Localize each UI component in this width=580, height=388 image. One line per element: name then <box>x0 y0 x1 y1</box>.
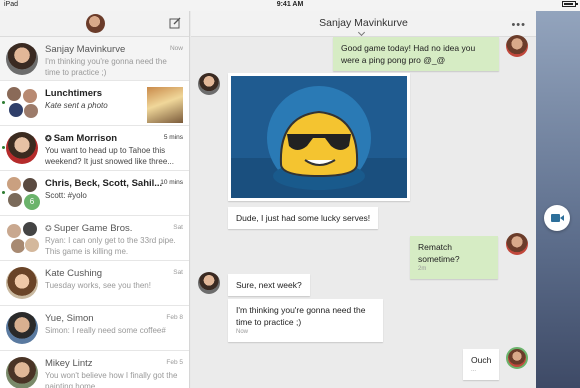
conversation-snippet: Simon: I really need some coffee# <box>45 326 166 335</box>
conversation-item[interactable]: Kate Cushing Sat Tuesday works, see you … <box>0 261 189 306</box>
photo-thumbnail[interactable] <box>147 87 183 123</box>
unread-indicator <box>2 146 5 149</box>
background-strip <box>536 11 580 388</box>
conversation-item[interactable]: ✪ Super Game Bros. Sat Ryan: I can only g… <box>0 216 189 261</box>
conversation-name: Mikey Lintz <box>45 358 93 369</box>
message-text: Good game today! Had no idea you were a … <box>341 43 476 65</box>
conversation-item[interactable]: Sanjay Mavinkurve Now I'm thinking you'r… <box>0 37 189 81</box>
clock: 9:41 AM <box>276 1 304 8</box>
message-time: 2m <box>418 266 427 272</box>
compose-icon[interactable] <box>169 17 181 29</box>
avatar <box>6 267 38 299</box>
conversation-time: Sat <box>173 224 183 231</box>
shared-image[interactable] <box>228 73 410 201</box>
incoming-message: I'm thinking you're gonna need the time … <box>228 299 383 342</box>
conversation-item[interactable]: Yue, Simon Feb 8 Simon: I really need so… <box>0 306 189 351</box>
conversation-item[interactable]: Lunchtimers Kate sent a photo <box>0 81 189 126</box>
conversation-name: ✪ Sam Morrison <box>45 133 118 144</box>
my-avatar[interactable] <box>86 14 105 33</box>
avatar <box>6 43 38 75</box>
message-text: Dude, I just had some lucky serves! <box>236 213 371 223</box>
avatar <box>506 347 528 369</box>
avatar <box>6 132 38 164</box>
outgoing-message: Good game today! Had no idea you were a … <box>333 37 499 71</box>
sunglasses-emoticon-image <box>231 76 407 198</box>
battery-indicator <box>562 1 578 7</box>
incoming-message: Dude, I just had some lucky serves! <box>228 207 379 229</box>
conversation-name: Sanjay Mavinkurve <box>45 44 126 55</box>
video-call-icon <box>551 214 560 222</box>
more-icon[interactable]: ••• <box>511 19 526 31</box>
message-time: Now <box>236 329 249 335</box>
message-text: I'm thinking you're gonna need the time … <box>236 305 366 327</box>
avatar <box>198 272 220 294</box>
avatar <box>6 357 38 388</box>
conversation-time: Now <box>169 45 183 52</box>
conversation-name: Chris, Beck, Scott, Sahil... <box>45 178 163 189</box>
incoming-message: Sure, next week? <box>228 274 310 296</box>
conversation-name: Kate Cushing <box>45 268 103 279</box>
avatar <box>198 73 220 95</box>
unread-indicator <box>2 101 5 104</box>
conversation-list-header <box>0 11 189 37</box>
conversation-snippet: Tuesday works, see you then! <box>45 281 151 290</box>
avatar <box>6 312 38 344</box>
outgoing-message: Ouch ... <box>463 349 499 380</box>
avatar <box>506 233 528 255</box>
conversation-time: Sat <box>173 269 183 276</box>
conversation-item[interactable]: Mikey Lintz Feb 5 You won't believe how … <box>0 351 189 388</box>
conversation-list-pane: Sanjay Mavinkurve Now I'm thinking you'r… <box>0 11 190 388</box>
chevron-down-icon[interactable] <box>357 28 366 37</box>
conversation-item[interactable]: ✪ Sam Morrison 5 mins You want to head up… <box>0 126 189 171</box>
conversation-name: Yue, Simon <box>45 313 94 324</box>
group-avatar: 6 <box>6 176 40 210</box>
message-text: Rematch sometime? <box>418 242 460 264</box>
message-status: ... <box>471 367 477 373</box>
unread-indicator <box>2 191 5 194</box>
avatar <box>506 35 528 57</box>
conversation-snippet: You want to head up to Tahoe this weeken… <box>45 146 174 166</box>
group-avatar <box>6 221 40 255</box>
conversation-item[interactable]: 6 Chris, Beck, Scott, Sahil... 10 mins S… <box>0 171 189 216</box>
conversation-snippet: I'm thinking you're gonna need the time … <box>45 57 167 77</box>
status-bar: iPad 9:41 AM <box>0 0 580 11</box>
conversation-time: Feb 8 <box>166 314 183 321</box>
video-call-button[interactable] <box>544 205 570 231</box>
conversation-time: 10 mins <box>160 179 183 186</box>
hangouts-icon: ✪ <box>45 224 52 233</box>
participant-count-badge: 6 <box>24 194 40 210</box>
conversation-snippet: You won't believe how I finally got the … <box>45 371 178 388</box>
chat-header: Sanjay Mavinkurve ••• <box>191 11 536 37</box>
conversation-snippet: Scott: #yolo <box>45 191 87 200</box>
chat-title[interactable]: Sanjay Mavinkurve <box>191 17 536 29</box>
chat-pane: Sanjay Mavinkurve ••• Good game today! H… <box>191 11 536 388</box>
message-text: Sure, next week? <box>236 280 302 290</box>
conversation-time: 5 mins <box>163 134 183 141</box>
message-text: Ouch <box>471 355 492 365</box>
conversation-snippet: Ryan: I can only get to the 33rd pipe. T… <box>45 236 176 256</box>
conversation-time: Feb 5 <box>166 359 183 366</box>
group-avatar <box>6 86 40 120</box>
conversation-name: Lunchtimers <box>45 88 103 99</box>
outgoing-message: Rematch sometime? 2m <box>410 236 498 279</box>
battery-icon <box>562 1 578 7</box>
conversation-name: ✪ Super Game Bros. <box>45 223 133 234</box>
hangouts-icon: ✪ <box>45 134 52 143</box>
